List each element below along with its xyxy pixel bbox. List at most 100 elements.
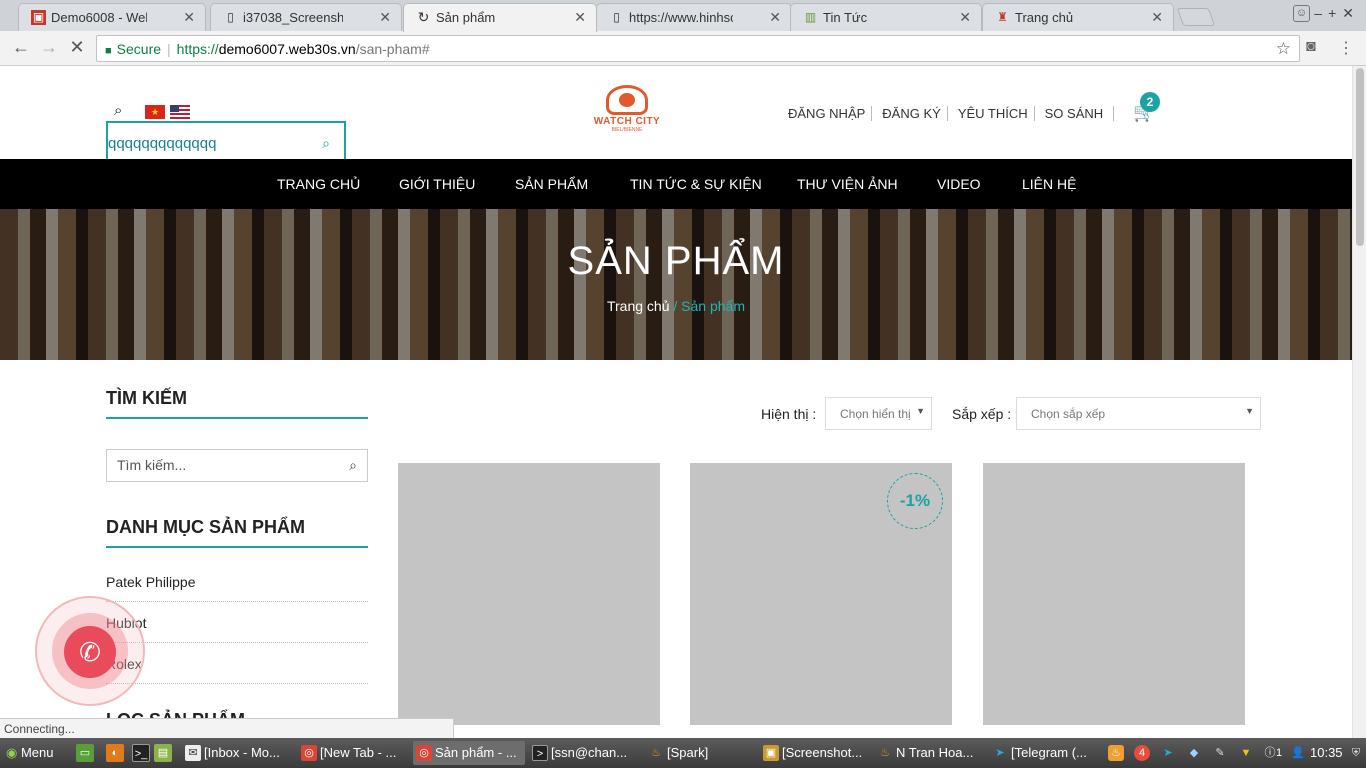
- spark-tray-icon[interactable]: ♨: [1108, 745, 1124, 761]
- window-label: [Telegram (...: [1011, 745, 1087, 760]
- tab-hinhso[interactable]: ▯ https://www.hinhso.com ✕: [596, 3, 792, 31]
- account-links: ĐĂNG NHẬP ĐĂNG KÝ YÊU THÍCH SO SÁNH: [782, 106, 1118, 121]
- show-desktop-icon[interactable]: ▭: [76, 744, 94, 762]
- sidebar-search-box: ⌕: [106, 449, 368, 482]
- window-label: [Spark]: [667, 745, 709, 760]
- sidebar-search-input[interactable]: [117, 457, 327, 473]
- search-icon[interactable]: ⌕: [349, 457, 357, 474]
- nav-item-video[interactable]: VIDEO: [937, 176, 981, 192]
- window-controls[interactable]: –+✕: [1314, 5, 1360, 22]
- start-menu-button[interactable]: ◉ Menu: [6, 745, 54, 761]
- sort-label: Sắp xếp :: [952, 406, 1012, 422]
- nav-item-lien-he[interactable]: LIÊN HỆ: [1022, 176, 1076, 192]
- taskbar-window-terminal[interactable]: > [ssn@chan...: [529, 741, 641, 765]
- back-arrow-icon[interactable]: ←: [10, 37, 32, 58]
- url-separator: |: [167, 41, 171, 57]
- phone-icon[interactable]: ✆: [64, 626, 116, 678]
- taskbar-window-new-tab[interactable]: ◎ [New Tab - ...: [298, 741, 410, 765]
- tab-trang-chu[interactable]: ♜ Trang chủ ✕: [982, 3, 1174, 31]
- nav-item-gioi-thieu[interactable]: GIỚI THIỆU: [399, 176, 475, 192]
- camera-icon[interactable]: ◙: [1306, 38, 1316, 56]
- window-label: N Tran Hoa...: [896, 745, 974, 760]
- header-search-input[interactable]: [108, 131, 308, 155]
- url-path: /san-pham#: [355, 41, 430, 57]
- tab-close-icon[interactable]: ✕: [769, 9, 781, 26]
- address-bar[interactable]: ■ Secure | https://demo6007.web30s.vn/san-p…: [96, 35, 1300, 62]
- nav-item-thu-vien-anh[interactable]: THƯ VIỆN ẢNH: [797, 176, 898, 192]
- tab-demo6008[interactable]: ▣ Demo6008 - Webshop_7 ✕: [18, 3, 206, 31]
- category-patek-philippe[interactable]: Patek Philippe: [106, 574, 368, 602]
- tab-close-icon[interactable]: ✕: [574, 9, 586, 26]
- nav-item-tin-tuc[interactable]: TIN TỨC & SỰ KIỆN: [630, 176, 762, 192]
- shield-icon[interactable]: ⛨: [1348, 745, 1364, 761]
- breadcrumb-home-link[interactable]: Trang chủ: [607, 298, 670, 314]
- chevron-down-icon: ▼: [916, 406, 925, 416]
- taskbar-window-tran-hoa[interactable]: ♨ N Tran Hoa...: [874, 741, 986, 765]
- notification-badge[interactable]: 4: [1134, 745, 1150, 761]
- site-logo[interactable]: WATCH CITY BIEL/BIENNE: [592, 85, 662, 137]
- taskbar-window-spark[interactable]: ♨ [Spark]: [645, 741, 757, 765]
- window-label: Sản phẩm - ...: [435, 745, 517, 760]
- secure-label: Secure: [116, 41, 162, 57]
- page-scrollbar[interactable]: [1352, 66, 1366, 738]
- scrollbar-thumb[interactable]: [1356, 68, 1364, 246]
- nav-item-san-pham[interactable]: SẢN PHẨM: [515, 176, 588, 192]
- sidebar-category-title: DANH MỤC SẢN PHẨM: [106, 517, 368, 548]
- wishlist-link[interactable]: YÊU THÍCH: [951, 106, 1035, 121]
- compare-link[interactable]: SO SÁNH: [1038, 106, 1115, 121]
- tab-close-icon[interactable]: ✕: [959, 9, 971, 26]
- product-card[interactable]: [983, 463, 1245, 725]
- tab-title: i37038_Screenshotfrom: [243, 10, 343, 25]
- vietnam-flag-icon[interactable]: ★: [145, 105, 165, 119]
- tab-close-icon[interactable]: ✕: [183, 9, 195, 26]
- taskbar-window-inbox[interactable]: ✉ [Inbox - Mo...: [182, 741, 294, 765]
- spark-flame-icon: ♨: [651, 747, 661, 759]
- profile-icon[interactable]: ☺: [1293, 5, 1310, 22]
- bookmark-star-icon[interactable]: ☆: [1276, 39, 1291, 59]
- search-icon[interactable]: ⌕: [322, 135, 330, 152]
- telegram-tray-icon[interactable]: ➤: [1160, 745, 1176, 761]
- forward-arrow-icon[interactable]: →: [38, 37, 60, 58]
- loading-spinner-icon: ↻: [417, 9, 430, 25]
- category-rolex[interactable]: Rolex: [106, 656, 368, 684]
- tab-san-pham[interactable]: ↻ Sản phẩm ✕: [403, 3, 597, 32]
- user-icon[interactable]: 👤: [1290, 745, 1306, 761]
- login-link[interactable]: ĐĂNG NHẬP: [782, 106, 873, 121]
- tab-title: Demo6008 - Webshop_7: [51, 10, 147, 25]
- tab-tin-tuc[interactable]: ▥ Tin Tức ✕: [790, 3, 982, 31]
- window-label: [Inbox - Mo...: [204, 745, 280, 760]
- display-select[interactable]: Chọn hiển thị ▼: [825, 397, 932, 430]
- web-page: ⌕ ★ ⌕ WATCH CITY BIEL/BIENNE ĐĂNG NHẬPĐĂ…: [0, 66, 1352, 738]
- webshop-favicon-icon: ▣: [31, 10, 46, 25]
- tab-close-icon[interactable]: ✕: [1151, 9, 1163, 26]
- search-icon[interactable]: ⌕: [114, 102, 122, 119]
- workspace-number[interactable]: 1: [1274, 745, 1284, 761]
- new-tab-button[interactable]: [1176, 8, 1216, 26]
- nav-item-trang-chu[interactable]: TRANG CHỦ: [277, 176, 360, 192]
- network-icon[interactable]: ▼: [1238, 745, 1254, 761]
- us-flag-icon[interactable]: [170, 105, 190, 119]
- register-link[interactable]: ĐĂNG KÝ: [876, 106, 948, 121]
- tab-screenshot[interactable]: ▯ i37038_Screenshotfrom ✕: [210, 3, 402, 31]
- browser-tab-bar: ▣ Demo6008 - Webshop_7 ✕ ▯ i37038_Screen…: [0, 0, 1366, 32]
- url-scheme: https://: [176, 41, 219, 57]
- pen-icon[interactable]: ✎: [1212, 745, 1228, 761]
- terminal-icon: >: [532, 745, 548, 761]
- mail-icon: ✉: [185, 745, 201, 761]
- taskbar-window-san-pham[interactable]: ◎ Sản phẩm - ...: [413, 741, 525, 765]
- taskbar-window-screenshot[interactable]: ▣ [Screenshot...: [760, 741, 872, 765]
- product-card[interactable]: [398, 463, 660, 725]
- chrome-icon: ◎: [416, 745, 432, 761]
- firefox-icon[interactable]: ◐: [106, 744, 124, 762]
- browser-status-bubble: Connecting...: [0, 718, 454, 738]
- chrome-menu-icon[interactable]: ⋮: [1338, 38, 1354, 58]
- tab-close-icon[interactable]: ✕: [379, 9, 391, 26]
- stop-loading-icon[interactable]: ✕: [66, 37, 88, 58]
- terminal-icon[interactable]: >_: [132, 744, 150, 762]
- file-manager-icon[interactable]: ▤: [154, 744, 172, 762]
- sort-select[interactable]: Chọn sắp xếp ▼: [1016, 397, 1261, 430]
- document-icon: ▯: [613, 10, 620, 24]
- dropbox-icon[interactable]: ◆: [1186, 745, 1202, 761]
- category-hublot[interactable]: Hublot: [106, 615, 368, 643]
- taskbar-window-telegram[interactable]: ➤ [Telegram (...: [989, 741, 1101, 765]
